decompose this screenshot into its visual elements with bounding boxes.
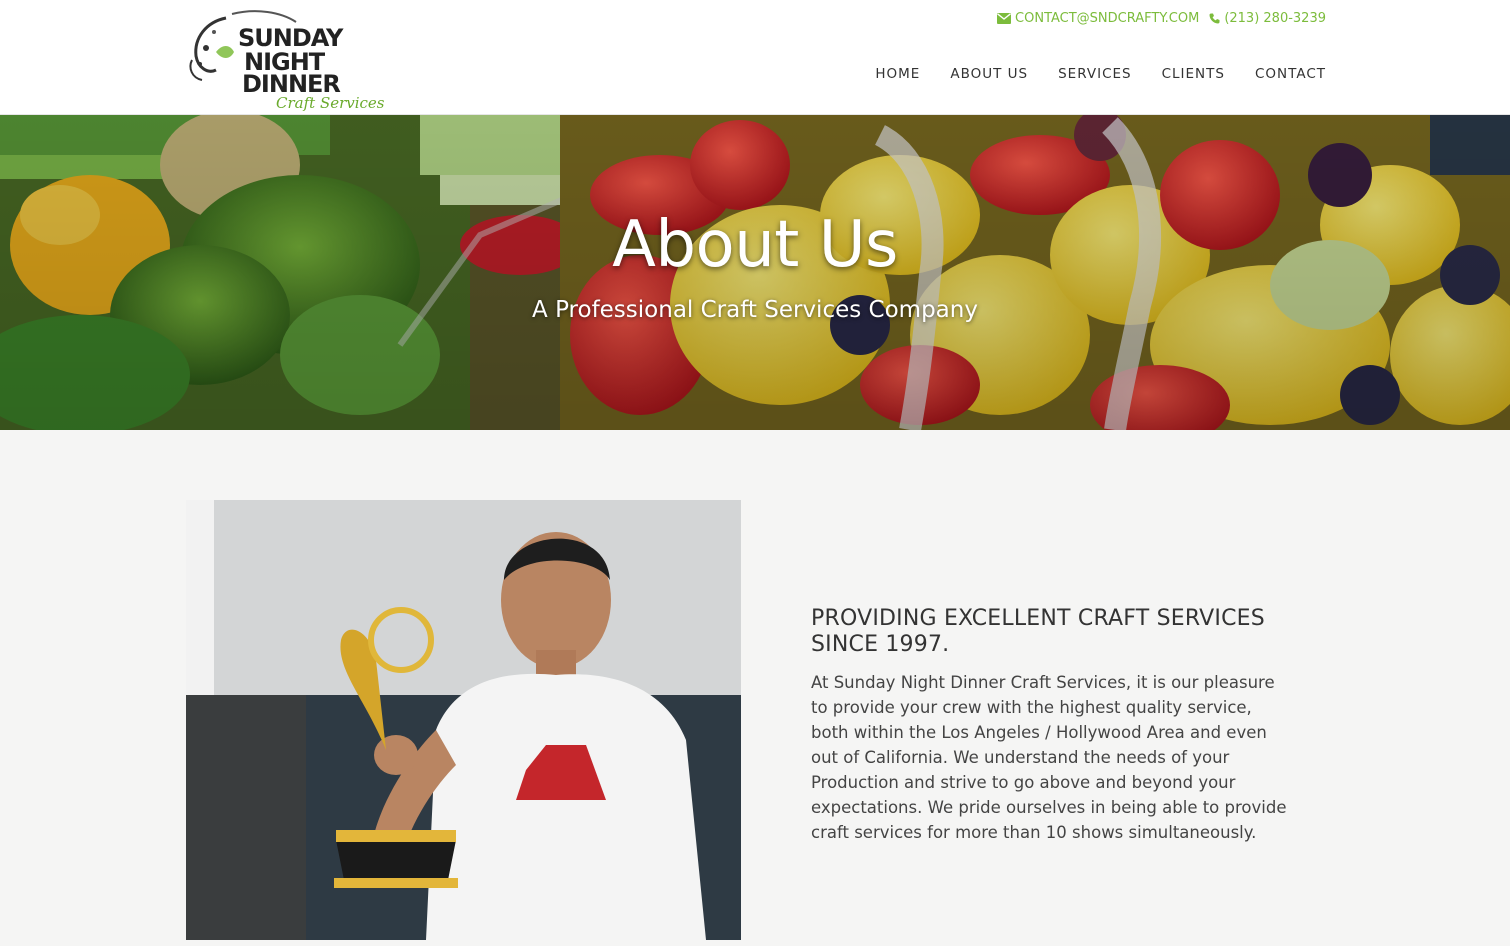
logo-tagline: Craft Services <box>276 94 385 112</box>
hero-title: About Us <box>612 208 898 282</box>
nav-about-us[interactable]: ABOUT US <box>950 66 1028 82</box>
owner-emmy-image <box>186 500 741 940</box>
hero-banner: About Us A Professional Craft Services C… <box>0 115 1510 430</box>
main-nav: HOME ABOUT US SERVICES CLIENTS CONTACT <box>875 66 1326 82</box>
envelope-icon <box>997 13 1012 24</box>
logo-graphic: SUNDAY NIGHT DINNER Craft Services <box>189 10 385 112</box>
phone-link[interactable]: (213) 280-3239 <box>1209 11 1326 26</box>
phone-text: (213) 280-3239 <box>1224 11 1326 26</box>
nav-clients[interactable]: CLIENTS <box>1162 66 1225 82</box>
nav-contact[interactable]: CONTACT <box>1255 66 1326 82</box>
email-link[interactable]: CONTACT@SNDCRAFTY.COM <box>997 11 1199 26</box>
about-body: At Sunday Night Dinner Craft Services, i… <box>811 673 1287 842</box>
about-text: PROVIDING EXCELLENT CRAFT SERVICES SINCE… <box>811 606 1291 845</box>
phone-icon <box>1209 13 1220 24</box>
nav-services[interactable]: SERVICES <box>1058 66 1131 82</box>
site-header: SUNDAY NIGHT DINNER Craft Services CONTA… <box>0 0 1510 115</box>
contact-bar: CONTACT@SNDCRAFTY.COM (213) 280-3239 <box>997 11 1326 26</box>
site-logo[interactable]: SUNDAY NIGHT DINNER Craft Services <box>186 8 386 112</box>
nav-home[interactable]: HOME <box>875 66 920 82</box>
hero-subtitle: A Professional Craft Services Company <box>532 297 978 323</box>
about-heading: PROVIDING EXCELLENT CRAFT SERVICES SINCE… <box>811 606 1265 657</box>
owner-photo <box>186 500 741 940</box>
email-text: CONTACT@SNDCRAFTY.COM <box>1015 11 1200 26</box>
